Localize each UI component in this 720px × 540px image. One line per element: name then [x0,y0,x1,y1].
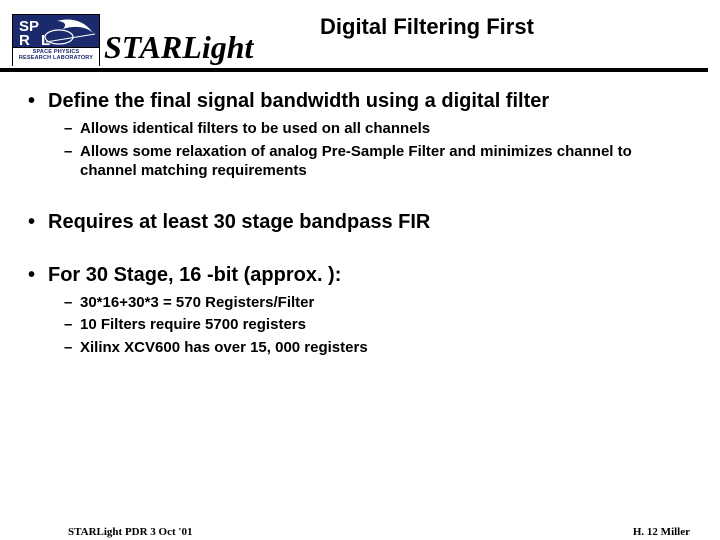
sub-item: Xilinx XCV600 has over 15, 000 registers [48,338,692,358]
footer-right: H. 12 Miller [633,526,690,538]
svg-text:L: L [41,32,50,47]
sub-item: 10 Filters require 5700 registers [48,315,692,335]
slide-title: Digital Filtering First [320,14,534,40]
bullet-text: Define the final signal bandwidth using … [48,90,549,112]
bullet-text: For 30 Stage, 16 -bit (approx. ): [48,264,341,286]
footer-left: STARLight PDR 3 Oct '01 [68,526,192,538]
logo-caption-line2: RESEARCH LABORATORY [13,55,99,61]
sprl-logo: SP R L SPACE PHYSICS RESEARCH LABORATORY [12,14,100,66]
sub-list: Allows identical filters to be used on a… [48,119,692,181]
slide-header: SP R L SPACE PHYSICS RESEARCH LABORATORY… [0,0,708,72]
sub-item: 30*16+30*3 = 570 Registers/Filter [48,293,692,313]
sub-item: Allows identical filters to be used on a… [48,119,692,139]
sub-item: Allows some relaxation of analog Pre-Sam… [48,142,692,181]
sub-list: 30*16+30*3 = 570 Registers/Filter 10 Fil… [48,293,692,358]
logo-caption: SPACE PHYSICS RESEARCH LABORATORY [13,47,99,66]
bullet-list: Define the final signal bandwidth using … [28,90,692,357]
list-item: Requires at least 30 stage bandpass FIR [28,211,692,234]
list-item: For 30 Stage, 16 -bit (approx. ): 30*16+… [28,264,692,358]
bullet-text: Requires at least 30 stage bandpass FIR [48,211,430,233]
slide-content: Define the final signal bandwidth using … [0,72,720,357]
brand-name: STARLight [104,29,253,66]
svg-text:R: R [19,32,30,47]
logo-graphic: SP R L [13,15,99,47]
list-item: Define the final signal bandwidth using … [28,90,692,181]
